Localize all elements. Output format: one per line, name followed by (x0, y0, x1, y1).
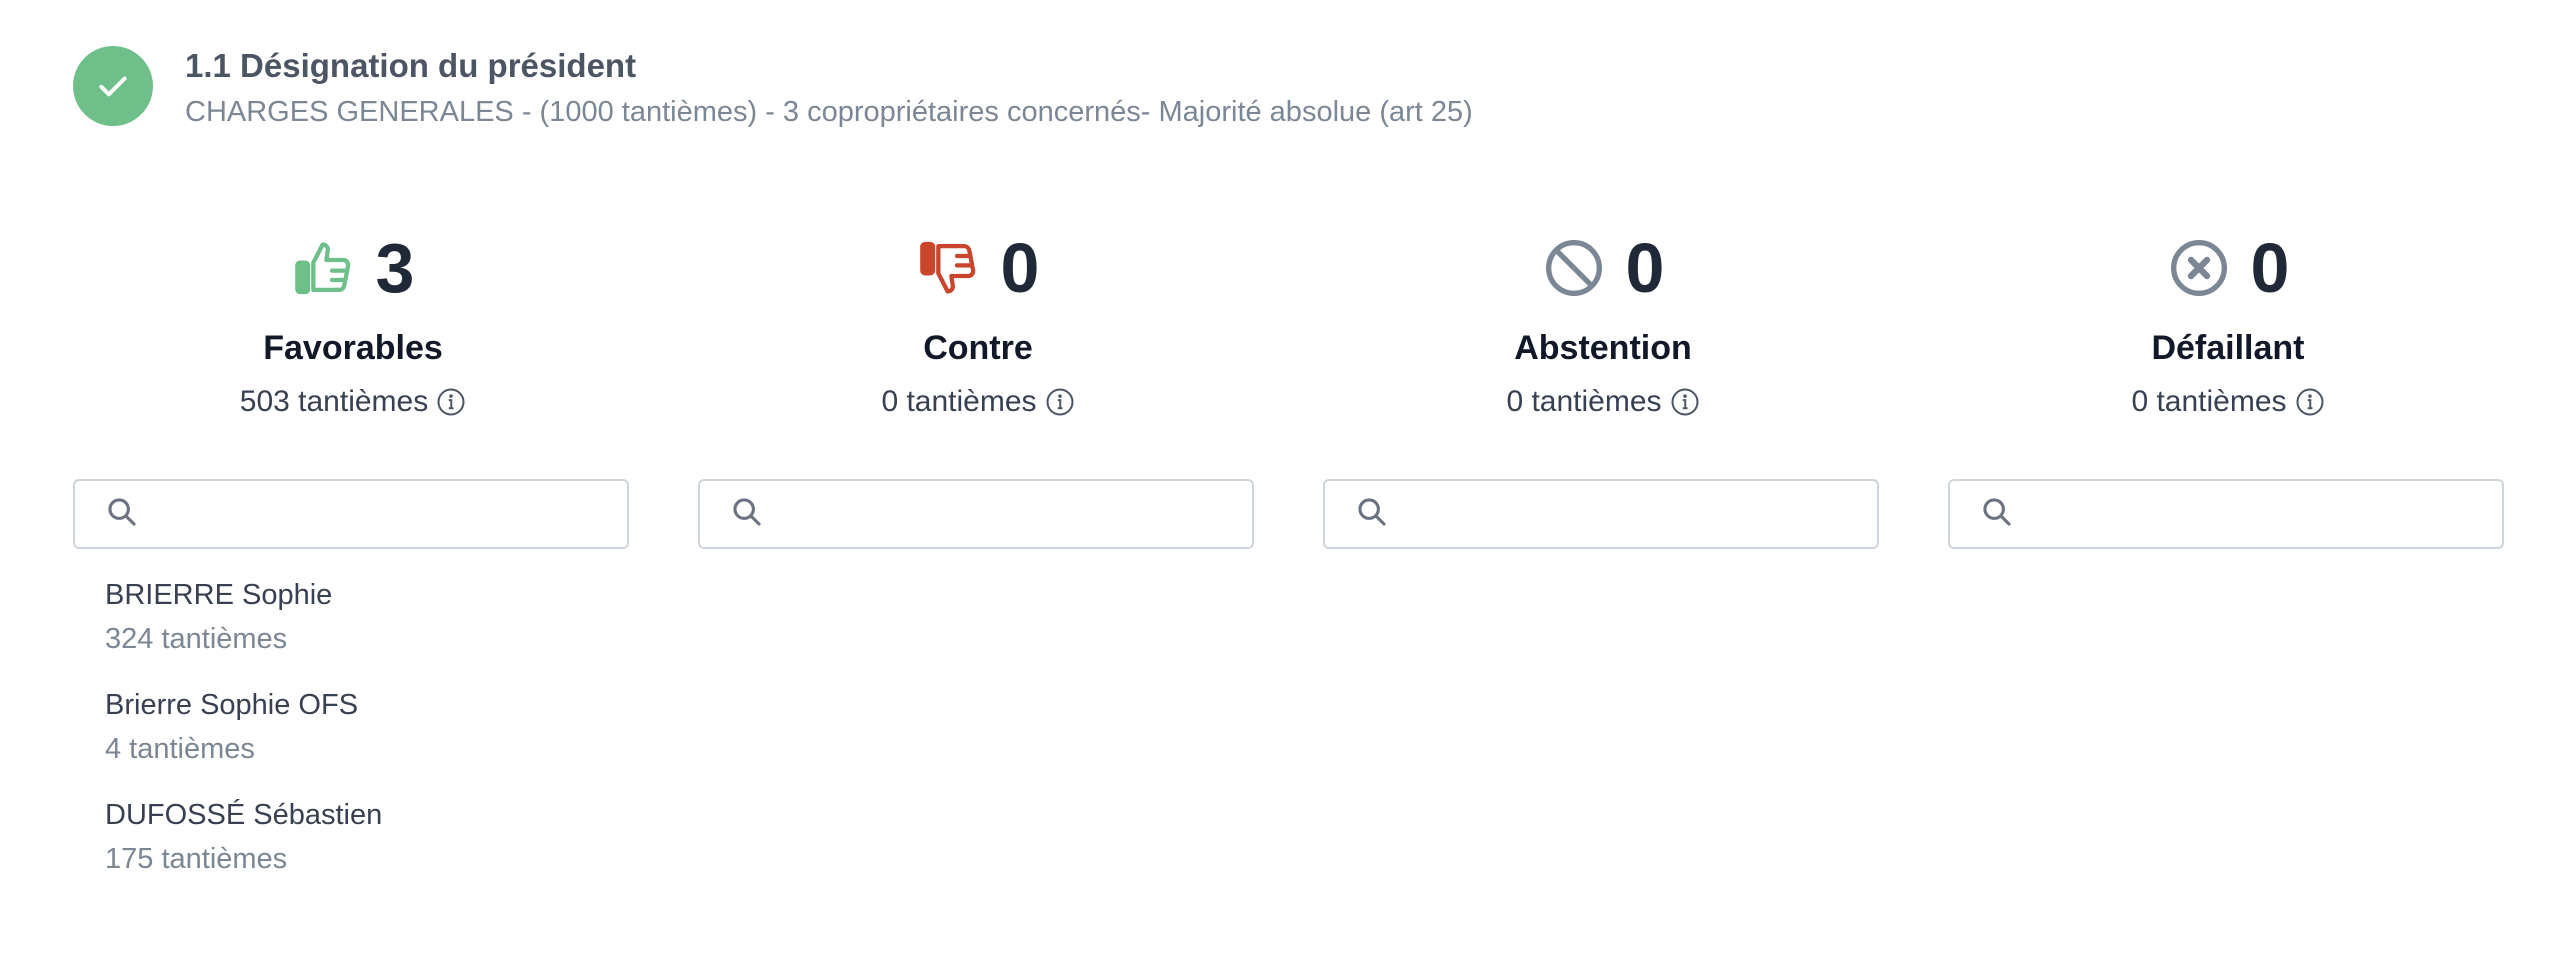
abstention-count: 0 (1625, 229, 1665, 307)
abstention-label: Abstention (1514, 329, 1692, 367)
defaillant-tantiemes: 0 tantièmes (2131, 385, 2287, 418)
defaillant-label: Défaillant (2151, 329, 2305, 367)
voter-name: DUFOSSÉ Sébastien (105, 799, 383, 831)
defaillant-count: 0 (2250, 229, 2290, 307)
vote-column-abstention: 0 Abstention 0 tantièmes (1323, 220, 1883, 549)
vote-column-contre: 0 Contre 0 tantièmes (698, 220, 1258, 549)
contre-search-box[interactable] (698, 479, 1254, 549)
search-icon (1355, 495, 1389, 534)
info-icon[interactable] (2295, 387, 2325, 417)
list-item[interactable]: Brierre Sophie OFS 4 tantièmes (105, 685, 382, 769)
favorables-search-input[interactable] (153, 483, 627, 545)
favorables-search-box[interactable] (73, 479, 629, 549)
favorables-label: Favorables (263, 329, 443, 367)
list-item[interactable]: DUFOSSÉ Sébastien 175 tantièmes (105, 795, 382, 879)
resolution-subtitle: CHARGES GENERALES - (1000 tantièmes) - 3… (185, 96, 1473, 128)
abstention-tantiemes: 0 tantièmes (1506, 385, 1662, 418)
favorables-count: 3 (375, 229, 415, 307)
vote-column-favorables: 3 Favorables 503 tantièmes BRIERRE Sophi… (73, 220, 633, 875)
vote-column-defaillant: 0 Défaillant 0 tantièmes (1948, 220, 2508, 549)
info-icon[interactable] (436, 387, 466, 417)
contre-tantiemes: 0 tantièmes (881, 385, 1037, 418)
abstention-search-box[interactable] (1323, 479, 1879, 549)
thumbs-down-icon (917, 236, 981, 300)
voter-name: BRIERRE Sophie (105, 579, 333, 611)
abstention-search-input[interactable] (1403, 483, 1877, 545)
search-icon (105, 495, 139, 534)
favorables-tantiemes: 503 tantièmes (239, 385, 429, 418)
contre-search-input[interactable] (778, 483, 1252, 545)
favorables-voter-list: BRIERRE Sophie 324 tantièmes Brierre Sop… (105, 575, 382, 905)
info-icon[interactable] (1670, 387, 1700, 417)
defaillant-search-input[interactable] (2028, 483, 2502, 545)
vote-results-page: 1.1 Désignation du président CHARGES GEN… (0, 0, 2574, 970)
resolution-title: 1.1 Désignation du président (185, 47, 637, 84)
x-circle-icon (2167, 236, 2231, 300)
contre-count: 0 (1000, 229, 1040, 307)
resolution-header: 1.1 Désignation du président CHARGES GEN… (73, 46, 1473, 132)
voter-tantiemes: 4 tantièmes (105, 733, 255, 765)
voter-tantiemes: 324 tantièmes (105, 623, 288, 655)
contre-label: Contre (923, 329, 1033, 367)
thumbs-up-icon (292, 236, 356, 300)
search-icon (1980, 495, 2014, 534)
voter-name: Brierre Sophie OFS (105, 689, 359, 721)
defaillant-search-box[interactable] (1948, 479, 2504, 549)
search-icon (730, 495, 764, 534)
check-icon (73, 46, 153, 126)
info-icon[interactable] (1045, 387, 1075, 417)
vote-columns: 3 Favorables 503 tantièmes BRIERRE Sophi… (73, 220, 2513, 920)
prohibited-icon (1542, 236, 1606, 300)
voter-tantiemes: 175 tantièmes (105, 843, 288, 875)
list-item[interactable]: BRIERRE Sophie 324 tantièmes (105, 575, 382, 659)
